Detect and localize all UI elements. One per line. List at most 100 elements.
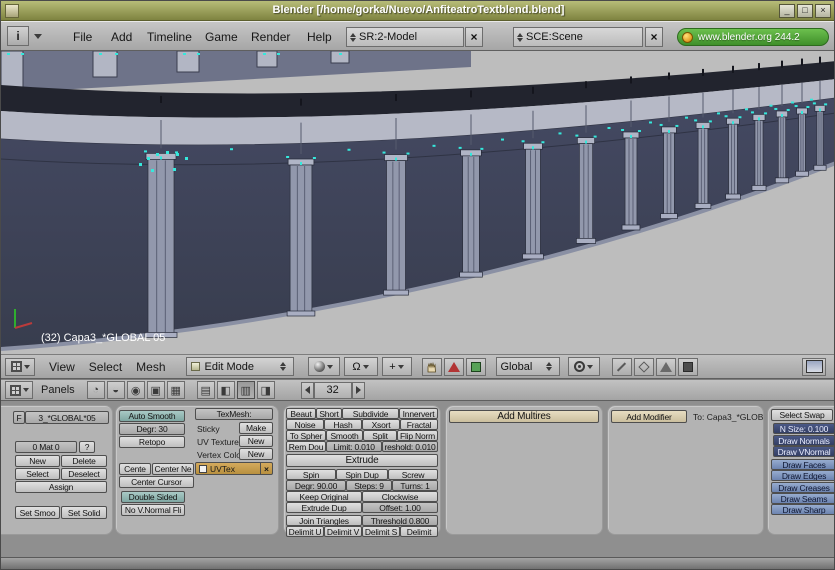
auto-smooth-degrees-field[interactable]: Degr: 30 [119,423,185,435]
retopo-toggle-button[interactable] [656,358,676,376]
editor-type-dropdown[interactable] [5,381,33,399]
subcontext-button-4[interactable]: ◨ [257,381,275,399]
xsort-button[interactable]: Xsort [362,419,400,430]
split-button[interactable]: Split [363,430,397,441]
join-triangles-toggle[interactable]: Join Triangles [286,515,362,526]
subdivide-button[interactable]: Subdivide [342,408,399,419]
shading-context-button[interactable]: ◉ [127,381,145,399]
auto-smooth-toggle[interactable]: Auto Smooth [119,410,185,422]
double-sided-toggle[interactable]: Double Sided [121,491,185,503]
render-preview-button[interactable] [802,358,826,376]
material-select-button[interactable]: Select [15,468,60,480]
window-titlebar[interactable]: Blender [/home/gorka/Nuevo/AnfiteatroTex… [1,1,835,21]
screw-button[interactable]: Screw [388,469,438,480]
draw-sharp-toggle[interactable]: Draw Sharp [771,504,835,515]
scale-manipulator-button[interactable] [466,358,486,376]
beauty-toggle[interactable]: Beaut [286,408,316,419]
set-solid-button[interactable]: Set Solid [61,506,107,519]
normal-size-field[interactable]: N Size: 0.100 [773,423,835,434]
spin-degrees-field[interactable]: Degr: 90.00 [286,480,346,491]
join-threshold-field[interactable]: Threshold 0.800 [362,515,438,526]
pivot-dropdown[interactable] [568,357,600,376]
flip-normals-button[interactable]: Flip Norm [397,430,438,441]
keep-original-toggle[interactable]: Keep Original [286,491,362,502]
delimit-v-toggle[interactable]: Delimit V [324,526,362,537]
frame-next-button[interactable] [352,382,365,399]
threshold-field[interactable]: reshold: 0.010 [382,441,438,452]
occlude-geometry-button[interactable] [678,358,698,376]
spin-steps-field[interactable]: Steps: 9 [346,480,392,491]
smooth-button[interactable]: Smooth [326,430,363,441]
spin-button[interactable]: Spin [286,469,336,480]
script-context-button[interactable]: ◒ [107,381,125,399]
vertex-color-new-button[interactable]: New [239,448,273,460]
set-smooth-button[interactable]: Set Smoo [15,506,60,519]
draw-normals-toggle[interactable]: Draw Normals [773,435,835,446]
retopo-button[interactable]: Retopo [119,436,185,448]
snap-toggle-button[interactable] [634,358,654,376]
material-assign-button[interactable]: Assign [15,481,107,493]
delimit-toggle[interactable]: Delimit [400,526,438,537]
add-modifier-button[interactable]: Add Modifier [611,410,687,423]
innervert-button[interactable]: Innervert [399,408,438,419]
delimit-uv-toggle[interactable]: Delimit U [286,526,324,537]
menu-help[interactable]: Help [307,30,332,44]
texmesh-field[interactable]: TexMesh: [195,408,273,420]
noise-button[interactable]: Noise [286,419,324,430]
add-multires-button[interactable]: Add Multires [449,410,599,423]
menu-game[interactable]: Game [205,30,238,44]
uv-layer-checkbox[interactable] [199,465,207,473]
frame-prev-button[interactable] [301,382,314,399]
offset-field[interactable]: Offset: 1.00 [362,502,438,513]
info-window-icon[interactable]: i [7,26,29,46]
header-collapse-icon[interactable] [34,34,42,39]
subcontext-button-1[interactable]: ▤ [197,381,215,399]
centre-cursor-button[interactable]: Center Cursor [119,476,194,488]
draw-edges-toggle[interactable]: Draw Edges [771,470,835,481]
menu-timeline[interactable]: Timeline [147,30,192,44]
scene-selector[interactable]: SCE:Scene [513,27,643,47]
mesh-name-field[interactable]: 3_*GLOBAL*05 [25,411,109,424]
material-query-button[interactable]: ? [79,441,95,453]
close-button[interactable]: × [815,4,831,18]
draw-vnormals-toggle[interactable]: Draw VNormal [773,446,835,457]
uv-layer-delete-button[interactable]: × [260,463,272,474]
remove-doubles-button[interactable]: Rem Dou [286,441,326,452]
spin-turns-field[interactable]: Turns: 1 [392,480,438,491]
proportional-falloff-button[interactable] [612,358,632,376]
object-context-button[interactable]: ▣ [147,381,165,399]
material-new-button[interactable]: New [15,455,60,467]
menu-render[interactable]: Render [251,30,290,44]
draw-faces-toggle[interactable]: Draw Faces [771,459,835,470]
proportional-edit-dropdown[interactable]: Ω [344,357,378,376]
editing-context-button[interactable]: ▥ [237,381,255,399]
orientation-dropdown[interactable]: Global [496,357,560,376]
logic-context-button[interactable]: ◔ [87,381,105,399]
menu-view[interactable]: View [49,360,75,374]
limit-field[interactable]: Limit: 0.010 [326,441,382,452]
delimit-s-toggle[interactable]: Delimit S [362,526,400,537]
select-swap-button[interactable]: Select Swap [771,409,833,421]
fractal-button[interactable]: Fractal [400,419,438,430]
extrude-button[interactable]: Extrude [286,454,438,467]
screen-delete-button[interactable]: × [465,27,483,47]
editor-type-dropdown[interactable] [5,358,35,376]
viewport-shading-dropdown[interactable] [308,357,340,376]
menu-file[interactable]: File [73,30,92,44]
material-delete-button[interactable]: Delete [61,455,107,467]
material-index-field[interactable]: 0 Mat 0 [15,441,77,453]
fake-user-button[interactable]: F [13,411,25,424]
uv-texture-new-button[interactable]: New [239,435,273,447]
menu-add[interactable]: Add [111,30,132,44]
scene-context-button[interactable]: ▦ [167,381,185,399]
menu-select[interactable]: Select [89,360,122,374]
viewport-3d[interactable]: (32) Capa3_*GLOBAL 05 [1,51,835,354]
no-vnormal-flip-toggle[interactable]: No V.Normal Fli [121,504,185,516]
short-toggle[interactable]: Short [316,408,342,419]
uv-layer-row[interactable]: UVTex × [195,462,273,475]
to-sphere-button[interactable]: To Spher [286,430,326,441]
hash-button[interactable]: Hash [324,419,362,430]
spin-dup-button[interactable]: Spin Dup [336,469,388,480]
clockwise-toggle[interactable]: Clockwise [362,491,438,502]
extrude-dup-button[interactable]: Extrude Dup [286,502,362,513]
